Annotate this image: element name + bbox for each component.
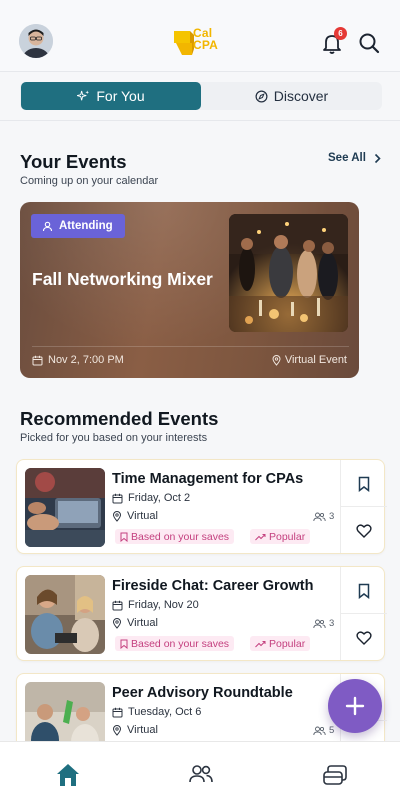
featured-event-date: Nov 2, 7:00 PM — [32, 354, 124, 366]
tag-saves-label: Based on your saves — [131, 637, 230, 650]
plus-icon — [345, 696, 365, 716]
bookmark-icon[interactable] — [356, 476, 372, 492]
trending-icon — [255, 533, 266, 540]
heart-icon[interactable] — [356, 523, 372, 539]
calendar-icon — [112, 707, 123, 717]
community-icon[interactable] — [187, 762, 215, 788]
tag-saves-label: Based on your saves — [131, 530, 230, 543]
featured-event-title: Fall Networking Mixer — [32, 269, 213, 289]
chevron-right-icon — [374, 153, 381, 163]
attendee-count: 3 — [313, 511, 334, 522]
calendar-icon — [112, 493, 123, 503]
event-date-text: Tuesday, Oct 6 — [128, 706, 202, 718]
tag-popular: Popular — [250, 529, 311, 544]
your-events-subtitle: Coming up on your calendar — [20, 175, 159, 187]
header-divider — [0, 120, 400, 121]
your-events-title: Your Events — [20, 151, 127, 172]
see-all-link[interactable]: See All — [328, 152, 381, 164]
featured-event-image — [229, 214, 348, 332]
tag-popular: Popular — [250, 636, 311, 651]
location-pin-icon — [272, 354, 281, 366]
feed-tabs: For You Discover — [20, 82, 382, 110]
heart-icon[interactable] — [356, 630, 372, 646]
card-actions — [340, 567, 387, 660]
event-date: Tuesday, Oct 6 — [112, 706, 201, 718]
event-title: Fireside Chat: Career Growth — [112, 578, 314, 594]
featured-event-date-text: Nov 2, 7:00 PM — [48, 354, 124, 366]
event-title: Peer Advisory Roundtable — [112, 685, 293, 701]
tag-popular-label: Popular — [269, 530, 306, 543]
location-pin-icon — [112, 724, 122, 736]
featured-event-card[interactable]: Attending Fall Networking Mixer Nov 2, 7… — [20, 202, 359, 378]
attendee-count-text: 3 — [329, 511, 335, 522]
compass-icon — [255, 90, 268, 102]
actions-divider — [341, 506, 387, 507]
tag-based-on-saves: Based on your saves — [115, 529, 235, 544]
featured-event-location: Virtual Event — [272, 354, 347, 366]
avatar[interactable] — [19, 24, 53, 58]
calendar-icon — [112, 600, 123, 610]
bookmark-icon[interactable] — [356, 583, 372, 599]
attendee-count-text: 5 — [329, 725, 335, 736]
notification-badge: 6 — [334, 27, 347, 40]
featured-event-location-text: Virtual Event — [284, 354, 347, 366]
search-icon[interactable] — [357, 31, 381, 55]
location-pin-icon — [112, 510, 122, 522]
create-event-button[interactable] — [328, 679, 382, 733]
home-icon[interactable] — [54, 762, 82, 788]
event-date: Friday, Oct 2 — [112, 492, 190, 504]
users-icon — [313, 512, 326, 521]
logo-text-line2: CPA — [193, 38, 219, 52]
event-mode-text: Virtual — [127, 617, 158, 629]
event-date: Friday, Nov 20 — [112, 599, 199, 611]
attendee-count: 3 — [313, 618, 334, 629]
event-date-text: Friday, Nov 20 — [128, 599, 199, 611]
attending-badge: Attending — [31, 214, 125, 238]
tab-for-you[interactable]: For You — [21, 82, 201, 110]
calendar-icon — [32, 355, 43, 365]
see-all-label: See All — [328, 152, 366, 164]
users-icon — [313, 726, 326, 735]
event-title: Time Management for CPAs — [112, 471, 304, 487]
stack-icon[interactable] — [321, 762, 349, 788]
event-mode: Virtual — [112, 617, 158, 629]
attendee-count: 5 — [313, 725, 334, 736]
tab-discover-label: Discover — [273, 88, 329, 104]
event-date-text: Friday, Oct 2 — [128, 492, 191, 504]
event-thumbnail — [25, 575, 105, 654]
event-thumbnail — [25, 468, 105, 547]
tab-for-you-label: For You — [96, 88, 145, 104]
logo-text: Cal CPA — [193, 27, 218, 51]
card-actions — [340, 460, 387, 553]
app-header: Cal CPA 6 — [0, 0, 400, 72]
recommended-event-card[interactable]: Fireside Chat: Career Growth Friday, Nov… — [16, 566, 387, 661]
bottom-navigation — [0, 741, 400, 791]
tag-based-on-saves: Based on your saves — [115, 636, 235, 651]
tag-popular-label: Popular — [269, 637, 306, 650]
bookmark-icon — [120, 532, 128, 542]
users-icon — [313, 619, 326, 628]
card-divider — [32, 346, 349, 347]
recommended-subtitle: Picked for you based on your interests — [20, 432, 208, 444]
event-mode: Virtual — [112, 510, 158, 522]
location-pin-icon — [112, 617, 122, 629]
event-mode-text: Virtual — [127, 724, 158, 736]
bookmark-icon — [120, 639, 128, 649]
event-mode-text: Virtual — [127, 510, 158, 522]
trending-icon — [255, 640, 266, 647]
attending-label: Attending — [59, 220, 113, 232]
actions-divider — [341, 613, 387, 614]
tab-discover[interactable]: Discover — [201, 82, 382, 110]
event-mode: Virtual — [112, 724, 158, 736]
attendee-count-text: 3 — [329, 618, 335, 629]
recommended-event-card[interactable]: Time Management for CPAs Friday, Oct 2 V… — [16, 459, 387, 554]
recommended-title: Recommended Events — [20, 408, 219, 429]
sparkle-icon — [77, 89, 90, 100]
person-icon — [42, 221, 53, 231]
